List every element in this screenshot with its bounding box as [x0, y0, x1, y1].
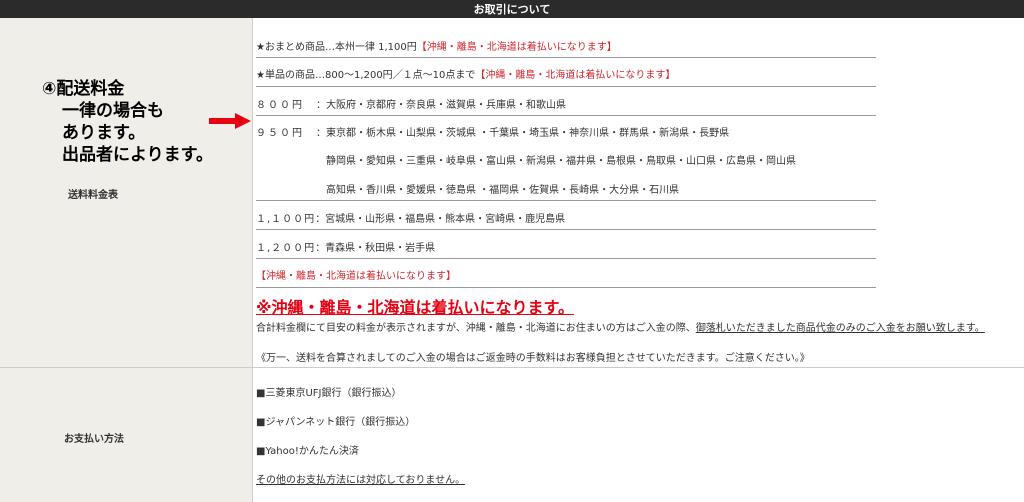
single-item-shipping-line: ★単品の商品…800～1,200円／１点～10点まで【沖縄・離島・北海道は着払い…	[256, 70, 676, 81]
payment-info-emphasis: 御落札いただきました商品代金のみのご入金をお願い致します。	[695, 323, 985, 334]
rate-areas: ：東京都・栃木県・山梨県・茨城県 ・千葉県・埼玉県・神奈川県・群馬県・新潟県・長…	[316, 128, 730, 139]
payment-method: ■Yahoo!かんたん決済	[256, 446, 359, 457]
cod-note: 【沖縄・離島・北海道は着払いになります】	[256, 271, 456, 282]
header-bar: お取引について	[0, 0, 1024, 18]
payment-method: ■三菱東京UFJ銀行（銀行振込）	[256, 388, 402, 399]
note-line: ④配送料金	[42, 79, 125, 99]
divider	[256, 229, 876, 230]
rate-row-1100: １,１００円：宮城県・山形県・福島県・熊本県・宮崎県・鹿児島県	[256, 210, 565, 225]
rate-price: １,１００円	[256, 214, 316, 225]
rate-areas-cont: 静岡県・愛知県・三重県・岐阜県・富山県・新潟県・福井県・島根県・鳥取県・山口県・…	[326, 156, 796, 167]
divider	[256, 57, 876, 58]
rate-price: ９５０円	[256, 128, 304, 139]
rate-areas: ：青森県・秋田県・岩手県	[315, 243, 436, 254]
red-arrow-icon	[209, 113, 251, 129]
divider	[256, 86, 876, 87]
divider	[256, 115, 876, 116]
rate-price: ８００円	[256, 100, 304, 111]
rate-price: １,２００円	[256, 243, 316, 254]
cod-warning: ※沖縄・離島・北海道は着払いになります。	[256, 298, 574, 317]
note-line: 出品者によります。	[62, 145, 213, 165]
note-line: あります。	[62, 123, 146, 143]
shipping-label: 送料料金表	[68, 190, 118, 201]
rate-row-950: ９５０円 ：東京都・栃木県・山梨県・茨城県 ・千葉県・埼玉県・神奈川県・群馬県・新…	[256, 124, 729, 139]
divider	[256, 287, 876, 288]
rate-areas: ：宮城県・山形県・福島県・熊本県・宮崎県・鹿児島県	[315, 214, 566, 225]
annotation-note: ④配送料金 一律の場合も あります。 出品者によります。	[42, 78, 213, 166]
header-title: お取引について	[473, 3, 551, 16]
rate-areas: ：大阪府・京都府・奈良県・滋賀県・兵庫県・和歌山県	[316, 100, 566, 111]
rate-row-800: ８００円 ：大阪府・京都府・奈良県・滋賀県・兵庫県・和歌山県	[256, 96, 566, 111]
payment-method: ■ジャパンネット銀行（銀行振込）	[256, 417, 416, 428]
refund-note: 《万一、送料を合算されましてのご入金の場合はご返金時の手数料はお客様負担とさせて…	[256, 353, 810, 364]
note-line: 一律の場合も	[62, 101, 164, 121]
divider	[256, 200, 876, 201]
payment-label: お支払い方法	[64, 434, 124, 445]
bundle-shipping-line: ★おまとめ商品…本州一律 1,100円【沖縄・離島・北海道は着払いになります】	[256, 42, 617, 53]
row-divider	[0, 367, 1024, 368]
rate-row-1200: １,２００円：青森県・秋田県・岩手県	[256, 239, 435, 254]
payment-info: 合計料金欄にて目安の料金が表示されますが、沖縄・離島・北海道にお住まいの方はご入…	[256, 323, 985, 334]
rate-areas-cont: 高知県・香川県・愛媛県・徳島県 ・福岡県・佐賀県・長崎県・大分県・石川県	[326, 185, 680, 196]
divider	[256, 258, 876, 259]
other-payment-link[interactable]: その他のお支払方法には対応しておりません。	[256, 471, 465, 486]
